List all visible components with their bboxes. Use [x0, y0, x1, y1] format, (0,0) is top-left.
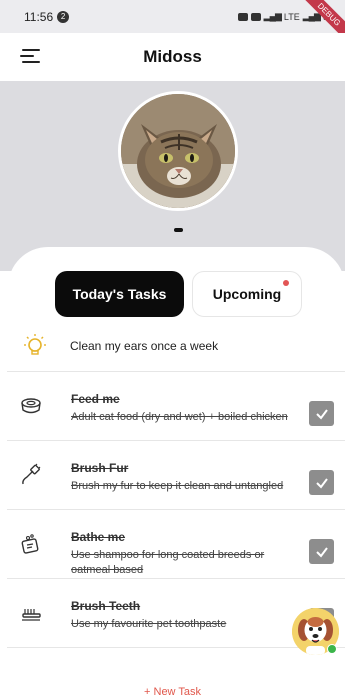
task-description: Use my favourite pet toothpaste [71, 618, 227, 630]
tab-upcoming[interactable]: Upcoming [192, 271, 302, 317]
bath-icon [21, 534, 39, 554]
task-checkbox[interactable] [309, 470, 334, 495]
lightbulb-icon [24, 334, 46, 355]
food-bowl-icon [21, 398, 41, 414]
page-indicator [174, 228, 183, 232]
status-bar: 11:56 2 ▂▄▆ LTE ▂▄▆ 56 DEBUG [0, 0, 345, 46]
online-status-dot [327, 644, 337, 654]
tab-label: Upcoming [212, 286, 282, 302]
toothbrush-icon [22, 609, 41, 621]
task-row[interactable]: Bathe me Use shampoo for long coated bre… [7, 510, 345, 579]
menu-icon[interactable] [20, 49, 40, 65]
task-list: Feed me Adult cat food (dry and wet) + b… [7, 371, 345, 648]
task-title: Bathe me [71, 530, 126, 544]
status-time: 11:56 [24, 9, 54, 24]
tip-text: Clean my ears once a week [70, 339, 219, 353]
brush-icon [22, 463, 41, 485]
task-checkbox[interactable] [309, 539, 334, 564]
notification-count-badge: 2 [57, 10, 70, 23]
tip-row: Clean my ears once a week [22, 332, 332, 360]
checkmark-icon [315, 477, 328, 489]
page-title: Midoss [143, 47, 202, 66]
task-tabs: Today's Tasks Upcoming [55, 271, 302, 317]
task-description: Brush my fur to keep it clean and untang… [71, 480, 284, 492]
mute-icon [250, 12, 261, 21]
task-row[interactable]: Feed me Adult cat food (dry and wet) + b… [7, 372, 345, 441]
notification-dot [283, 280, 289, 286]
task-title: Feed me [71, 392, 120, 406]
checkmark-icon [315, 408, 328, 420]
task-title: Brush Fur [71, 461, 129, 475]
alarm-icon [237, 12, 248, 21]
tab-label: Today's Tasks [72, 286, 167, 302]
task-row[interactable]: Brush Fur Brush my fur to keep it clean … [7, 441, 345, 510]
tab-todays-tasks[interactable]: Today's Tasks [55, 271, 184, 317]
pet-avatar[interactable] [118, 91, 238, 211]
task-description: Adult cat food (dry and wet) + boiled ch… [71, 411, 288, 423]
cat-photo-icon [121, 94, 235, 208]
network-type-label: LTE [283, 11, 300, 22]
new-task-button[interactable]: + New Task [0, 686, 345, 698]
task-checkbox[interactable] [309, 401, 334, 426]
signal-icon: ▂▄▆ [263, 11, 282, 21]
task-description: Use shampoo for long coated breeds or oa… [71, 549, 265, 576]
checkmark-icon [315, 546, 328, 558]
profile-header [0, 81, 345, 271]
app-bar: Midoss [0, 33, 345, 81]
task-title: Brush Teeth [71, 599, 141, 613]
